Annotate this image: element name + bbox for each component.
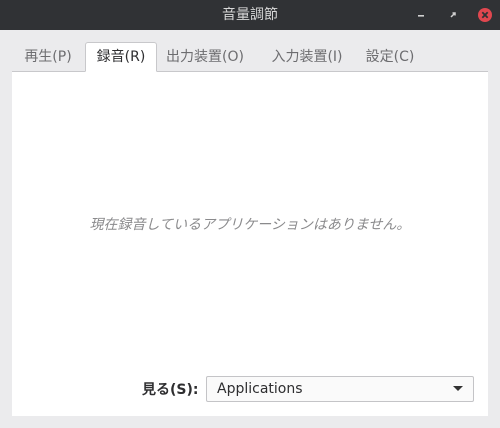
- minimize-icon: [418, 15, 424, 17]
- tab-input-devices[interactable]: 入力装置(I): [262, 42, 352, 71]
- show-filter-value: Applications: [217, 381, 303, 397]
- close-icon: [478, 8, 492, 22]
- dropdown-arrow-icon: [453, 386, 463, 391]
- pavucontrol-window: 音量調節 再生(P) 録音(R) 出力装置(O) 入力装置(I) 設定(C) 現…: [0, 0, 500, 428]
- tab-output-devices[interactable]: 出力装置(O): [160, 42, 250, 71]
- tab-configuration[interactable]: 設定(C): [360, 42, 420, 71]
- tab-bar: 再生(P) 録音(R) 出力装置(O) 入力装置(I) 設定(C): [12, 42, 488, 72]
- maximize-icon: [450, 12, 456, 18]
- maximize-button[interactable]: [444, 6, 462, 24]
- show-filter-dropdown[interactable]: Applications: [206, 376, 474, 402]
- tab-playback[interactable]: 再生(P): [12, 42, 84, 71]
- show-filter-label: 見る(S):: [142, 382, 199, 398]
- empty-state-message: 現在録音しているアプリケーションはありません。: [89, 217, 411, 233]
- tab-recording[interactable]: 録音(R): [85, 42, 157, 72]
- close-button[interactable]: [476, 6, 494, 24]
- minimize-button[interactable]: [412, 6, 430, 24]
- titlebar[interactable]: 音量調節: [0, 0, 500, 30]
- recording-panel: 現在録音しているアプリケーションはありません。 見る(S): Applicati…: [12, 72, 488, 416]
